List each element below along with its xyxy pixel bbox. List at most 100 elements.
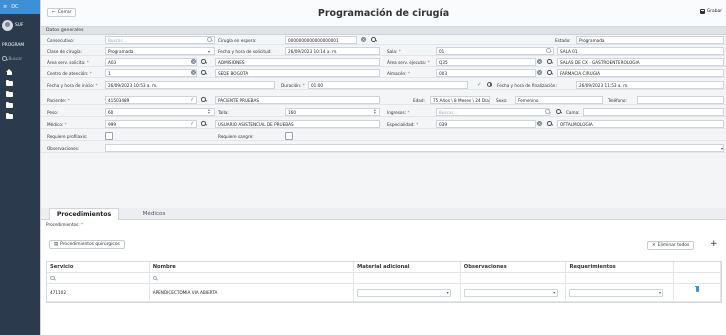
save-button[interactable]: Grabar [700, 9, 722, 14]
sala-code-input[interactable]: 01 [436, 47, 554, 55]
filter-servicio[interactable] [47, 273, 150, 283]
observaciones-input[interactable] [105, 144, 724, 152]
search-icon[interactable] [201, 70, 206, 78]
search-icon[interactable] [201, 97, 206, 105]
search-icon[interactable] [371, 37, 376, 45]
form-row: Observaciones: ▾ [41, 143, 726, 153]
paciente-code-input[interactable]: 41503489 [105, 96, 197, 104]
check-icon: ✓ [190, 96, 195, 103]
especialidad-code-input[interactable]: 039 [436, 120, 536, 128]
tab-procedimientos[interactable]: Procedimientos [49, 208, 119, 220]
search-icon[interactable] [201, 121, 206, 129]
avatar [2, 20, 13, 31]
area-solicita-label: Área serv. solicita: * [47, 59, 89, 65]
chevron-down-icon[interactable]: ▾ [721, 146, 723, 151]
especialidad-name: OFTALMOLOGIA [557, 120, 724, 128]
form-row: Área serv. solicita: * A03 × ADMISIONES … [41, 57, 726, 67]
clase-select[interactable]: Programada [105, 47, 215, 55]
sala-label: Sala: * [387, 48, 401, 54]
tab-medicos[interactable]: Médicos [129, 208, 179, 220]
search-icon[interactable] [547, 121, 552, 129]
app-topbar: ≡ DC [0, 0, 40, 14]
stepper-icon[interactable]: ▴ ▾ [208, 108, 210, 116]
almacen-code-input[interactable]: 003 [436, 69, 536, 77]
area-ejecuta-label: Área serv. ejecuta: * [387, 59, 430, 65]
clear-icon[interactable]: × [537, 70, 542, 77]
search-icon[interactable] [547, 59, 552, 67]
search-icon[interactable] [545, 109, 550, 117]
consecutivo-input[interactable]: Buscar... [105, 36, 215, 44]
centro-code-input[interactable]: 1 [105, 69, 197, 77]
estado-label: Estado: [555, 37, 571, 43]
form-row: Requiere profilaxis: Requiere sangre: [41, 131, 726, 141]
observaciones-dropdown[interactable] [463, 288, 558, 297]
folder-icon[interactable] [6, 101, 13, 108]
procedimientos-panel: Procedimientos: * ▤ Procedimientos quirú… [41, 220, 726, 335]
user-profile[interactable]: SUF [0, 14, 40, 35]
clear-icon[interactable]: × [191, 70, 196, 77]
duracion-label: Duración: * [281, 82, 305, 88]
search-icon[interactable] [207, 37, 212, 45]
user-name: SUF [15, 23, 24, 28]
clear-icon[interactable]: × [361, 37, 366, 44]
area-solicita-code-input[interactable]: A03 [105, 58, 197, 66]
profilaxis-checkbox[interactable] [105, 132, 113, 140]
peso-input[interactable]: 60 [105, 108, 215, 116]
medico-name: USUARIO ASISTENCIAL DE PRUEBAS [215, 120, 380, 128]
form-row: Consecutivo: Buscar... Cirugía en espera… [41, 35, 726, 45]
search-icon [2, 56, 7, 61]
add-icon[interactable]: + [710, 240, 718, 249]
peso-label: Peso: [47, 109, 59, 115]
clear-icon[interactable]: × [537, 121, 542, 128]
sidebar-nav [0, 65, 40, 119]
home-icon[interactable] [6, 69, 13, 75]
cirugia-espera-label: Cirugía en espera: [218, 37, 257, 43]
sidebar-search[interactable]: Buscar [0, 52, 40, 65]
material-dropdown[interactable] [357, 288, 452, 297]
ingresos-input[interactable]: Buscar... [436, 108, 550, 116]
search-icon[interactable] [556, 109, 561, 117]
procedimientos-quirurgicos-button[interactable]: ▤ Procedimientos quirúrgicos [49, 240, 125, 249]
column-header-nombre[interactable]: Nombre [150, 262, 355, 272]
column-header-servicio[interactable]: Servicio [47, 262, 150, 272]
centro-name: SEDE BOGOTA [215, 69, 380, 77]
form-row: Fecha y hora de inicio: * 26/09/2023 10:… [41, 80, 726, 90]
folder-icon[interactable] [6, 112, 13, 119]
search-icon[interactable] [201, 59, 206, 67]
clear-icon[interactable]: × [537, 59, 542, 66]
column-header-material[interactable]: Material adicional [354, 262, 461, 272]
sidebar-search-text: Buscar [8, 56, 23, 61]
cell-observaciones [461, 284, 567, 301]
form-row: Peso: 60 ▴ ▾ Talla: 160 ▴ ▾ Ingresos: * Bu… [41, 107, 726, 117]
delete-all-button[interactable]: ✕ Eliminar todos [647, 241, 695, 250]
stepper-icon[interactable]: ▴ ▾ [374, 108, 376, 116]
especialidad-label: Especialidad: * [387, 121, 419, 127]
clear-icon[interactable]: × [191, 59, 196, 66]
filter-nombre[interactable] [150, 273, 355, 283]
folder-icon[interactable] [6, 79, 13, 86]
area-solicita-name: ADMISIONES [215, 58, 380, 66]
fecha-solicitud-input: 26/09/2023 10:14 a. m. [285, 47, 380, 55]
area-ejecuta-name: SALAS DE CX - GASTROENTEROLOGIA [557, 58, 724, 66]
almacen-label: Almacén: * [387, 70, 411, 76]
clock-icon[interactable] [487, 82, 492, 90]
talla-input[interactable]: 160 [285, 108, 380, 116]
requerimientos-dropdown[interactable] [569, 288, 664, 297]
column-header-observaciones[interactable]: Observaciones [461, 262, 567, 272]
area-ejecuta-code-input[interactable]: Q35 [436, 58, 536, 66]
paciente-label: Paciente: * [47, 97, 70, 103]
close-button[interactable]: ← Cerrar [47, 8, 77, 17]
hamburger-icon[interactable]: ≡ [3, 4, 7, 10]
table-header: Servicio Nombre Material adicional Obser… [47, 262, 722, 273]
search-icon[interactable] [547, 70, 552, 78]
paciente-name: PACIENTE PRUEBAS [215, 96, 380, 104]
duracion-input[interactable]: 01:00 [308, 81, 468, 89]
folder-icon[interactable] [6, 90, 13, 97]
cirugia-espera-input[interactable]: 0000000000000000001 [285, 36, 357, 44]
sangre-checkbox[interactable] [285, 132, 293, 140]
column-header-requerimientos[interactable]: Requerimientos [566, 262, 675, 272]
fecha-inicio-input[interactable]: 26/09/2023 10:53 a. m. [105, 81, 275, 89]
trash-icon[interactable] [694, 285, 700, 292]
search-icon[interactable] [546, 48, 551, 56]
medico-code-input[interactable]: 999 [105, 120, 197, 128]
